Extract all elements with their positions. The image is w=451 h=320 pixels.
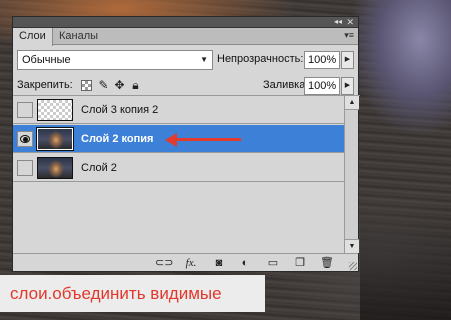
trash-icon[interactable]: 🗑︎: [319, 256, 335, 270]
fill-slider-button[interactable]: ▶: [341, 77, 354, 95]
red-arrow: [173, 138, 241, 141]
close-icon[interactable]: ✕: [346, 17, 354, 27]
caption-label: слои.объединить видимые: [0, 275, 265, 312]
layer-row-selected[interactable]: Слой 2 копия: [13, 125, 344, 153]
lock-fill-row: Закрепить: ✎ ✥ 🔒︎ Заливка: 100% ▶: [17, 77, 356, 95]
link-layers-icon[interactable]: ⊂⊃: [155, 256, 173, 270]
layers-panel: ◂◂ ✕ Слои Каналы ▾≡ Обычные ▼ Непрозрачн…: [12, 16, 360, 272]
adjustment-icon[interactable]: ◐: [237, 256, 253, 270]
layers-list: Слой 3 копия 2 Слой 2 копия Слой 2: [13, 96, 344, 253]
fill-input[interactable]: 100%: [304, 77, 340, 95]
lock-label: Закрепить:: [17, 79, 73, 91]
panel-menu-icon[interactable]: ▾≡: [344, 30, 354, 41]
layer-thumbnail: [37, 157, 73, 179]
layer-thumbnail: [37, 99, 73, 121]
visibility-toggle[interactable]: [17, 131, 33, 147]
blend-opacity-row: Обычные ▼ Непрозрачность: 100% ▶: [17, 50, 356, 70]
background-shadow: [360, 200, 451, 320]
layer-thumbnail: [36, 127, 74, 151]
fx-icon[interactable]: fx.: [183, 256, 199, 270]
lock-transparency-icon[interactable]: [81, 80, 92, 91]
layers-scrollbar[interactable]: ▲ ▼: [344, 96, 359, 253]
layer-row[interactable]: Слой 3 копия 2: [13, 96, 344, 124]
panel-bottom-toolbar: ⊂⊃ fx. ◙ ◐ ▭ ❐ 🗑︎: [13, 253, 358, 271]
chevron-down-icon: ▼: [200, 55, 208, 64]
lock-position-icon[interactable]: ✥: [113, 78, 126, 92]
collapse-icon[interactable]: ◂◂: [334, 17, 342, 27]
layer-name: Слой 3 копия 2: [81, 104, 159, 116]
opacity-label: Непрозрачность:: [217, 53, 304, 65]
tab-channels[interactable]: Каналы: [53, 28, 104, 45]
layer-name: Слой 2: [81, 162, 117, 174]
opacity-input[interactable]: 100%: [304, 51, 340, 69]
lock-all-icon[interactable]: 🔒︎: [129, 78, 142, 92]
blend-mode-select[interactable]: Обычные ▼: [17, 50, 213, 70]
new-layer-icon[interactable]: ❐: [292, 256, 308, 270]
visibility-toggle[interactable]: [17, 102, 33, 118]
scroll-down-icon[interactable]: ▼: [345, 239, 359, 253]
panel-tabbar: Слои Каналы ▾≡: [13, 28, 358, 46]
resize-grip[interactable]: [349, 262, 357, 270]
fill-label: Заливка:: [263, 79, 309, 91]
lock-pixels-icon[interactable]: ✎: [97, 78, 110, 92]
group-icon[interactable]: ▭: [265, 256, 281, 270]
layer-name: Слой 2 копия: [81, 133, 154, 145]
opacity-slider-button[interactable]: ▶: [341, 51, 354, 69]
panel-title-bar[interactable]: ◂◂ ✕: [13, 17, 358, 28]
tab-layers[interactable]: Слои: [13, 28, 53, 46]
scroll-up-icon[interactable]: ▲: [345, 96, 359, 110]
blend-mode-value: Обычные: [22, 54, 71, 66]
eye-pupil: [23, 137, 28, 142]
layer-row[interactable]: Слой 2: [13, 154, 344, 182]
visibility-toggle[interactable]: [17, 160, 33, 176]
mask-icon[interactable]: ◙: [211, 256, 227, 270]
